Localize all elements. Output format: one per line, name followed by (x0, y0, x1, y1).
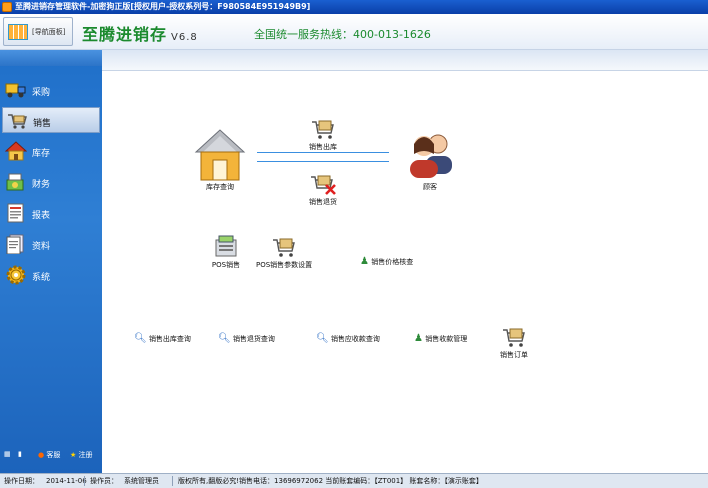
operator-label: 操作员： (90, 477, 118, 485)
sidebar-label: 采购 (32, 88, 51, 98)
cart-icon (8, 114, 27, 129)
sidebar-item-purchase[interactable]: 采购 (2, 77, 100, 103)
collection-mgmt-label: 销售收款管理 (425, 335, 468, 343)
sidebar-top-strip (0, 50, 102, 66)
sales-return-label: 销售退货 (309, 198, 337, 206)
sales-out-label: 销售出库 (309, 143, 337, 151)
register-label: 注册 (78, 451, 93, 459)
pos-terminal-icon (215, 235, 237, 257)
title-bar: 至腾进销存管理软件-加密狗正版[授权用户-授权系列号：F980584E95194… (0, 0, 708, 14)
sidebar-item-data[interactable]: 资料 (2, 231, 100, 257)
help-icon: ● (38, 451, 45, 459)
sales-return-button[interactable]: 销售退货 (300, 173, 346, 207)
pos-sales-label: POS销售 (211, 261, 241, 269)
brand-name: 至腾进销存 (82, 25, 168, 44)
customer-label: 顾客 (423, 183, 437, 191)
date-label: 操作日期： (4, 477, 39, 485)
pos-settings-label: POS销售参数设置 (256, 261, 313, 269)
cart-icon (503, 328, 525, 347)
help-label: 客服 (46, 451, 61, 459)
status-info: 版权所有,翻版必究!销售电话：13696972062 当前账套编码：【ZT001… (178, 477, 483, 485)
sales-out-query-button[interactable]: 🔍︎ 销售出库查询 (134, 333, 198, 344)
operator-value: 系统管理员 (124, 477, 159, 485)
receivable-query-label: 销售应收款查询 (330, 335, 380, 343)
price-check-button[interactable]: ♟ 销售价格核查 (360, 256, 430, 267)
sales-return-query-label: 销售退货查询 (232, 335, 275, 343)
sidebar-label: 财务 (32, 180, 51, 190)
sidebar-item-system[interactable]: 系统 (2, 262, 100, 288)
cart-return-icon (311, 175, 336, 195)
pos-settings-button[interactable]: POS销售参数设置 (256, 236, 312, 270)
book-icon[interactable]: ▮ (18, 450, 22, 458)
inventory-query-label: 库存查询 (206, 183, 234, 191)
window-title: 至腾进销存管理软件-加密狗正版[授权用户-授权系列号：F980584E95194… (15, 2, 311, 11)
calculator-icon[interactable]: ▦ (4, 450, 11, 458)
sidebar-item-sales[interactable]: 销售 (2, 107, 100, 133)
register-button[interactable]: ★ 注册 (70, 450, 93, 460)
sidebar-label: 报表 (32, 211, 51, 221)
house-icon (5, 141, 27, 161)
cart-icon (273, 238, 295, 257)
inventory-query-button[interactable]: 库存查询 (190, 128, 250, 192)
sidebar-label: 资料 (32, 242, 51, 252)
document-icon (6, 234, 24, 254)
cart-icon (312, 120, 334, 139)
status-bar: 操作日期： 2014-11-06 操作员： 系统管理员 版权所有,翻版必究!销售… (0, 473, 708, 488)
price-check-label: 销售价格核查 (371, 258, 414, 266)
nav-panel-button[interactable]: [导航面板] (3, 17, 73, 46)
truck-icon (5, 83, 26, 98)
receivable-query-button[interactable]: 🔍︎ 销售应收款查询 (316, 333, 388, 344)
search-icon: 🔍︎ (316, 333, 329, 344)
search-icon: 🔍︎ (218, 333, 231, 344)
sidebar-item-inventory[interactable]: 库存 (2, 138, 100, 164)
sales-order-label: 销售订单 (500, 351, 528, 359)
sidebar-item-reports[interactable]: 报表 (2, 200, 100, 226)
version-label: V6.8 (171, 32, 198, 43)
status-separator (172, 476, 173, 486)
brand-title: 至腾进销存 V6.8 (82, 21, 198, 45)
money-person-icon: ♟ (414, 333, 423, 344)
report-icon (7, 203, 24, 223)
sales-order-button[interactable]: 销售订单 (496, 326, 532, 360)
sidebar-item-finance[interactable]: 财务 (2, 169, 100, 195)
app-icon (2, 2, 12, 12)
sidebar-label: 销售 (33, 119, 52, 129)
star-icon: ★ (70, 451, 77, 459)
gear-icon (6, 265, 26, 285)
warehouse-icon (194, 129, 246, 181)
customer-button[interactable]: 顾客 (400, 130, 460, 192)
date-value: 2014-11-06 (46, 477, 87, 485)
nav-panel-label: [导航面板] (32, 28, 66, 36)
service-hotline: 全国统一服务热线：400-013-1626 (254, 28, 431, 41)
header: [导航面板] 至腾进销存 V6.8 全国统一服务热线：400-013-1626 (0, 14, 708, 50)
sidebar-label: 库存 (32, 149, 51, 159)
content-header-strip (102, 50, 708, 71)
pos-sales-button[interactable]: POS销售 (206, 234, 246, 270)
sidebar: 采购 销售 库存 财务 报表 资料 系统 (0, 50, 102, 473)
money-icon (6, 173, 24, 191)
money-person-icon: ♟ (360, 256, 369, 267)
grid-icon (8, 24, 28, 40)
collection-mgmt-button[interactable]: ♟ 销售收款管理 (414, 333, 480, 344)
arrow-to-warehouse (257, 161, 389, 162)
sidebar-label: 系统 (32, 273, 51, 283)
customer-icon (410, 134, 452, 178)
search-icon: 🔍︎ (134, 333, 147, 344)
status-separator (84, 476, 85, 486)
sales-out-button[interactable]: 销售出库 (300, 118, 346, 152)
sales-out-query-label: 销售出库查询 (148, 335, 191, 343)
help-button[interactable]: ● 客服 (38, 450, 60, 460)
arrow-to-customer (257, 152, 389, 153)
sales-return-query-button[interactable]: 🔍︎ 销售退货查询 (218, 333, 282, 344)
